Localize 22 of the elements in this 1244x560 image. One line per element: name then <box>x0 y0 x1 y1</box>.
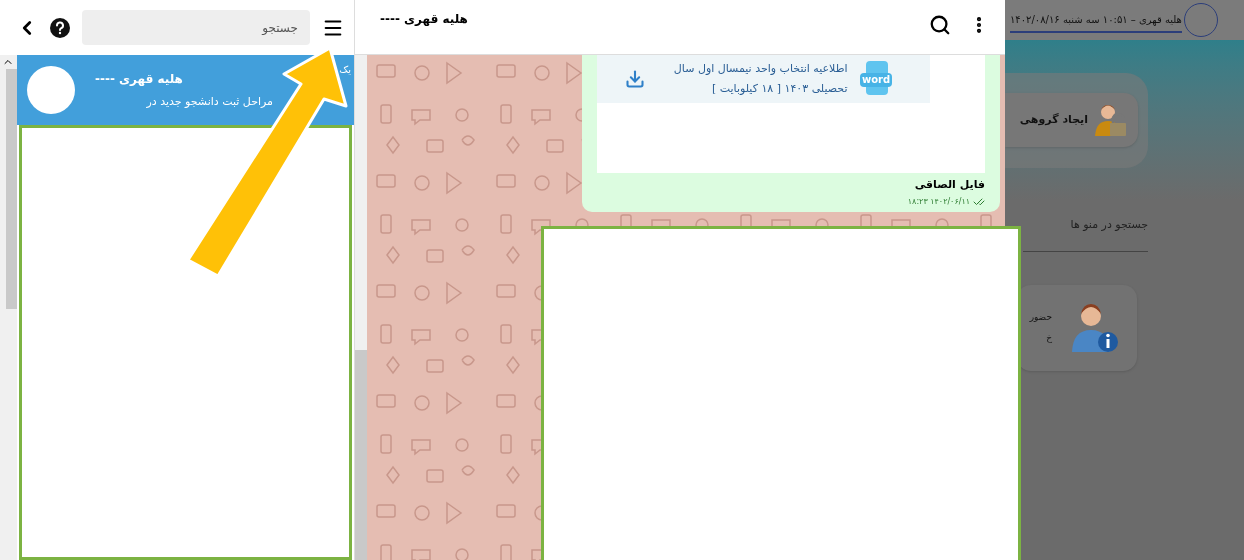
card-text: حضور <box>1028 310 1052 324</box>
search-field[interactable]: جستجو <box>82 10 310 45</box>
corner-text: یک <box>339 62 351 77</box>
scrollbar[interactable] <box>355 55 367 560</box>
file-name: اطلاعیه انتخاب واحد نیمسال اول سال تحصیلی ۱۴۰۳ [ ۱۸ کیلوبایت ] <box>672 61 848 97</box>
user-date-text: هلیه قهری – ۱۰:۵۱ سه شنبه ۱۴۰۲/۰۸/۱۶ <box>1010 11 1182 33</box>
avatar <box>27 66 75 114</box>
card-text: خ <box>1045 332 1052 345</box>
message-preview: مراحل ثبت دانشجو جدید در <box>145 93 273 110</box>
caption: فایل الصاقی <box>913 177 985 193</box>
user-info-icon <box>1070 302 1119 354</box>
contact-name: هلیه قهری ---- <box>95 70 183 88</box>
message-time: ۱۴۰۲/۰۶/۱۱ ۱۸:۲۳ <box>907 195 970 208</box>
search-icon[interactable] <box>929 14 951 36</box>
card-title: ایجاد گروهی <box>1019 111 1088 128</box>
scrollbar[interactable] <box>0 55 17 560</box>
download-icon[interactable] <box>625 69 645 89</box>
chat-title: هلیه قهری ---- <box>380 11 468 28</box>
menu-search-field[interactable]: جستجو در منو ها <box>1023 217 1148 234</box>
file-type-label: word <box>860 73 893 87</box>
group-card[interactable]: ایجاد گروهی <box>1005 72 1148 168</box>
help-icon[interactable] <box>50 17 70 38</box>
